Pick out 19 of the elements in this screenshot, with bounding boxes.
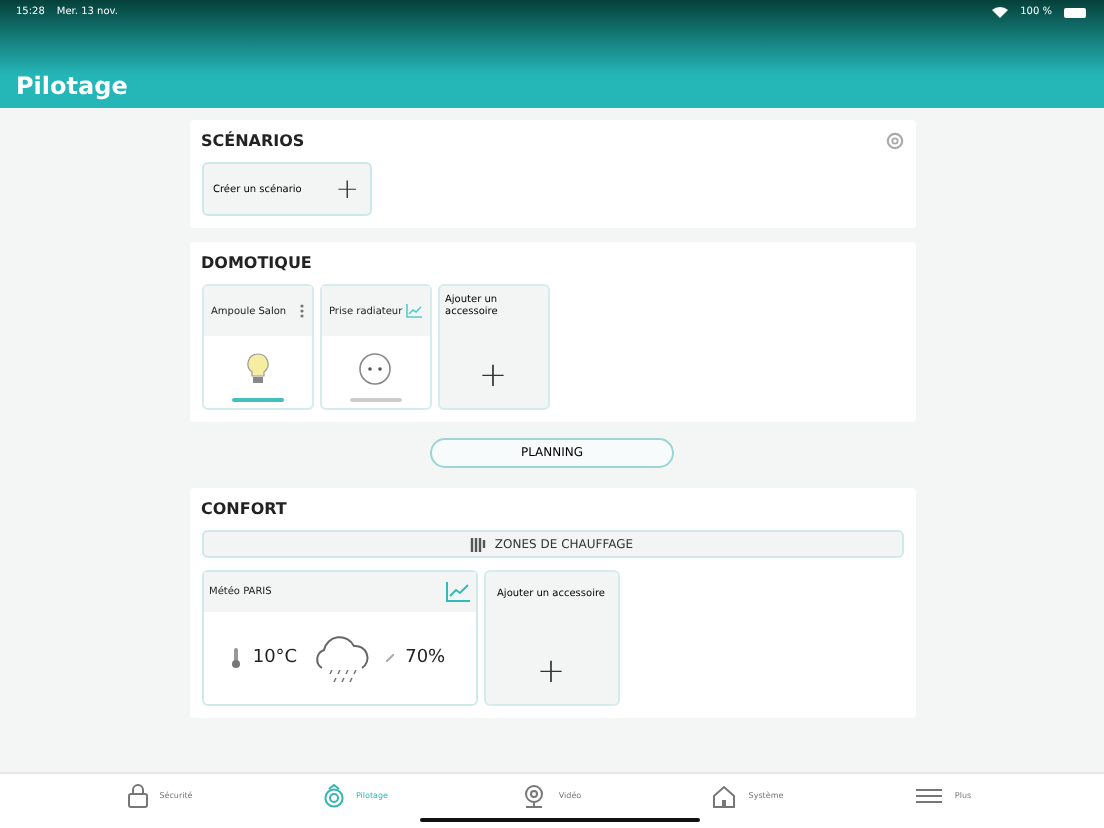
- section-title: DOMOTIQUE: [201, 254, 312, 272]
- socket-icon: [358, 352, 392, 386]
- wifi-icon: [992, 6, 1009, 18]
- temperature: 10°C: [252, 648, 298, 668]
- bulb-icon: [245, 352, 269, 386]
- lock-icon: [127, 783, 148, 807]
- radiator-icon: [470, 537, 487, 551]
- menu-icon: [916, 787, 943, 803]
- chart-icon[interactable]: [405, 304, 421, 318]
- webcam-icon: [522, 783, 547, 807]
- battery-icon: [1064, 7, 1088, 17]
- chart-icon[interactable]: [445, 582, 469, 602]
- house-icon: [712, 783, 737, 807]
- section-title: SCÉNARIOS: [201, 132, 305, 150]
- pilot-icon: [323, 783, 344, 807]
- thermometer-icon: [232, 648, 241, 668]
- page-title: Pilotage: [16, 72, 130, 100]
- section-title: CONFORT: [201, 500, 287, 518]
- humidity: 70%: [405, 648, 446, 668]
